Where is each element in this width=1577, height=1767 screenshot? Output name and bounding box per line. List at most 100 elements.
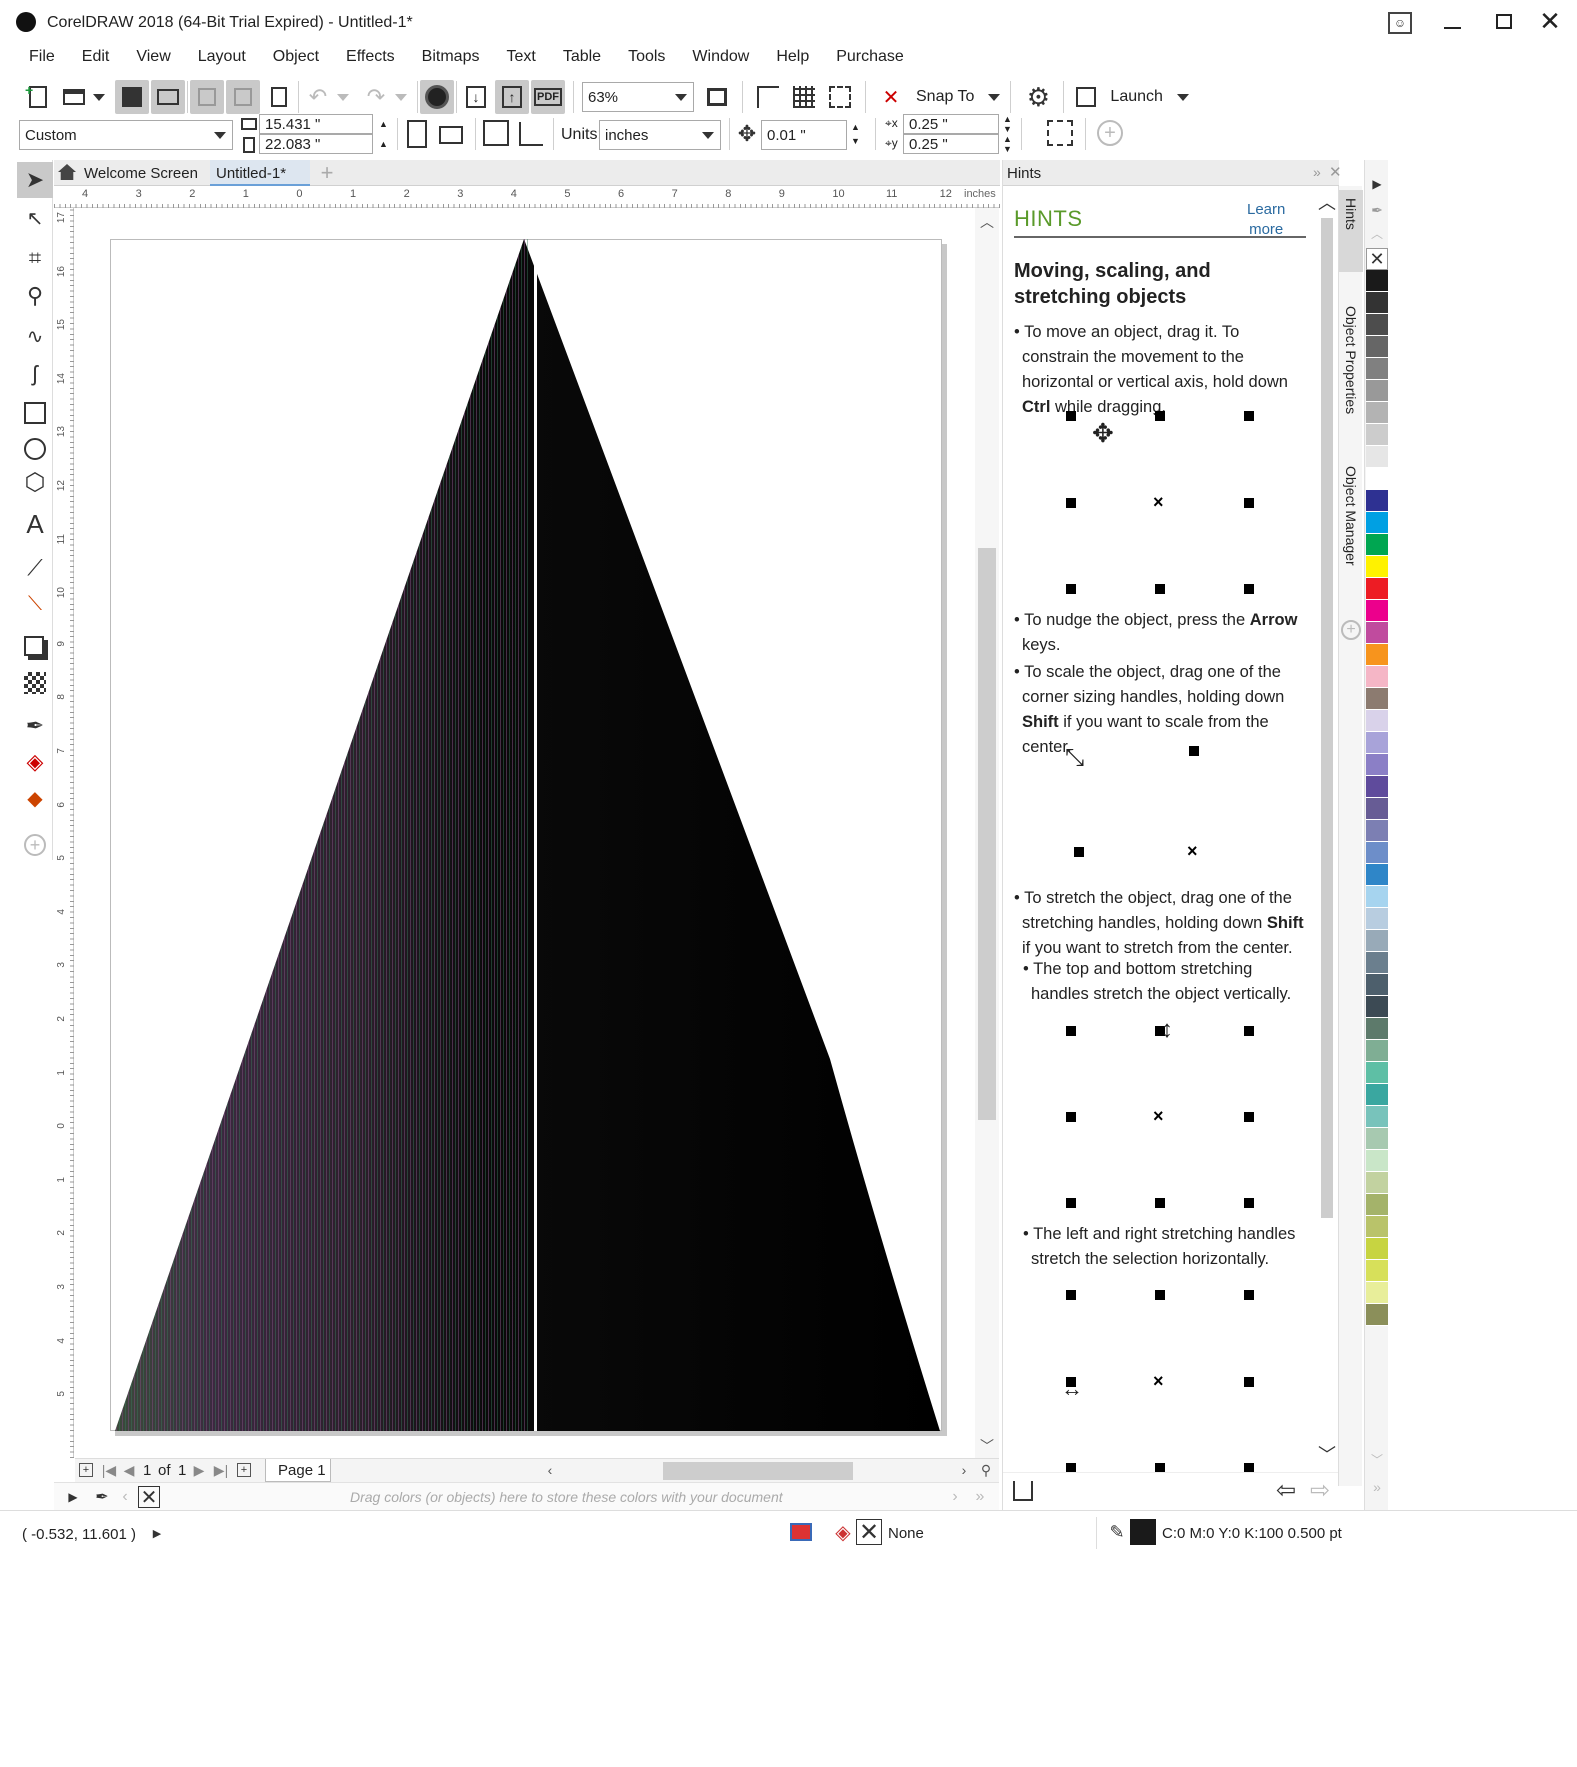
palette-color-swatch[interactable] [1366,468,1388,490]
palette-color-swatch[interactable] [1366,314,1388,336]
rectangle-tool-icon[interactable] [24,402,46,424]
connector-tool-icon[interactable]: ⟍ [17,588,53,620]
menu-window[interactable]: Window [692,48,749,66]
palette-down-icon[interactable]: ﹀ [1367,1450,1387,1468]
palette-color-swatch[interactable] [1366,666,1388,688]
palette-color-swatch[interactable] [1366,930,1388,952]
cut-icon[interactable] [190,80,224,114]
ellipse-tool-icon[interactable] [24,438,46,460]
triangle-shape[interactable] [110,239,942,1431]
palette-color-swatch[interactable] [1366,1238,1388,1260]
scroll-up-icon[interactable]: ︿ [975,212,999,232]
zoom-level-field[interactable]: 63% [582,82,694,112]
maximize-button[interactable] [1496,14,1512,29]
first-page-icon[interactable]: |◀ [101,1461,117,1479]
shadow-tool-icon[interactable] [24,636,44,656]
current-page-icon[interactable] [519,122,543,146]
next-page-icon[interactable]: ▶ [193,1461,205,1479]
palette-color-swatch[interactable] [1366,688,1388,710]
snap-to-dropdown[interactable]: Snap To [916,88,1001,106]
scroll-down-icon[interactable]: ﹀ [975,1436,999,1456]
close-button[interactable]: ✕ [1538,6,1562,36]
save-icon[interactable] [115,80,149,114]
grid-icon[interactable] [787,80,821,114]
page-size-dropdown[interactable]: Custom [19,120,233,150]
duplicate-y-field[interactable]: 0.25 " [903,134,999,154]
palette-color-swatch[interactable] [1366,1062,1388,1084]
color-proof-icon[interactable] [790,1523,812,1541]
palette-color-swatch[interactable] [1366,1304,1388,1326]
tab-welcome-screen[interactable]: Welcome Screen [84,165,198,182]
scroll-left-icon[interactable]: ‹ [541,1461,559,1479]
docker-tab-object-properties[interactable]: Object Properties [1339,282,1363,432]
docker-tab-hints[interactable]: Hints [1339,190,1363,272]
polygon-tool-icon[interactable]: ⬡ [17,466,53,498]
scroll-right-icon[interactable]: › [955,1461,973,1479]
gear-icon[interactable]: ⚙ [1021,80,1055,114]
import-icon[interactable]: ↓ [459,80,493,114]
drawing-canvas[interactable] [75,208,975,1458]
palette-color-swatch[interactable] [1366,1106,1388,1128]
zoom-tool-icon[interactable]: ⚲ [17,280,53,312]
palette-color-swatch[interactable] [1366,424,1388,446]
menu-file[interactable]: File [29,48,55,66]
palette-color-swatch[interactable] [1366,600,1388,622]
palette-color-swatch[interactable] [1366,1040,1388,1062]
menu-edit[interactable]: Edit [82,48,110,66]
page-tab-1[interactable]: Page 1 [265,1459,331,1482]
menu-tools[interactable]: Tools [628,48,665,66]
open-icon[interactable] [57,80,91,114]
palette-color-swatch[interactable] [1366,380,1388,402]
palette-color-swatch[interactable] [1366,886,1388,908]
prev-page-icon[interactable]: ◀ [123,1461,135,1479]
hints-scrollbar[interactable]: ︿ ﹀ [1317,190,1337,1470]
hints-scroll-thumb[interactable] [1321,218,1333,1218]
palette-more-icon[interactable]: » [970,1487,990,1507]
pick-tool-icon[interactable]: ➤ [17,162,53,198]
palette-color-swatch[interactable] [1366,820,1388,842]
palette-color-swatch[interactable] [1366,490,1388,512]
add-page-before-icon[interactable]: + [79,1463,93,1477]
treat-as-filled-icon[interactable] [1047,120,1073,146]
palette-color-swatch[interactable] [1366,1084,1388,1106]
print-icon[interactable] [151,80,185,114]
add-page-after-icon[interactable]: + [237,1463,251,1477]
hints-forward-icon[interactable]: ⇨ [1307,1477,1333,1504]
units-dropdown[interactable]: inches [599,120,721,150]
palette-color-swatch[interactable] [1366,908,1388,930]
new-tab-icon[interactable]: + [316,160,338,186]
palette-color-swatch[interactable] [1366,842,1388,864]
all-pages-icon[interactable] [483,120,509,146]
shape-tool-icon[interactable]: ↖ [17,202,53,234]
palette-color-swatch[interactable] [1366,446,1388,468]
portrait-icon[interactable] [407,120,427,148]
current-page-number[interactable]: 1 [143,1462,151,1479]
palette-scroll-right-icon[interactable]: › [948,1487,962,1507]
menu-text[interactable]: Text [506,48,535,66]
palette-color-swatch[interactable] [1366,996,1388,1018]
undo-icon[interactable]: ↶ [301,80,335,114]
palette-color-swatch[interactable] [1366,776,1388,798]
palette-color-swatch[interactable] [1366,578,1388,600]
nudge-distance-field[interactable]: 0.01 " [761,120,847,150]
palette-color-swatch[interactable] [1366,534,1388,556]
account-icon[interactable]: ☺ [1388,12,1412,34]
palette-scroll-left-icon[interactable]: ‹ [118,1487,132,1507]
hints-back-icon[interactable]: ⇦ [1273,1477,1299,1504]
status-expand-icon[interactable]: ▶ [150,1525,164,1541]
palette-color-swatch[interactable] [1366,1216,1388,1238]
rulers-icon[interactable] [751,80,785,114]
export-icon[interactable]: ↑ [495,80,529,114]
page-height-field[interactable]: 22.083 " [259,134,373,154]
text-tool-icon[interactable]: A [17,508,53,540]
palette-color-swatch[interactable] [1366,358,1388,380]
menu-help[interactable]: Help [776,48,809,66]
redo-icon[interactable]: ↷ [359,80,393,114]
palette-up-icon[interactable]: ︿ [1367,224,1387,242]
palette-color-swatch[interactable] [1366,710,1388,732]
menu-view[interactable]: View [136,48,170,66]
search-content-icon[interactable] [420,80,454,114]
chevron-down-icon[interactable] [93,93,105,101]
palette-expand-icon[interactable]: ▶ [68,1489,78,1505]
palette-color-swatch[interactable] [1366,556,1388,578]
